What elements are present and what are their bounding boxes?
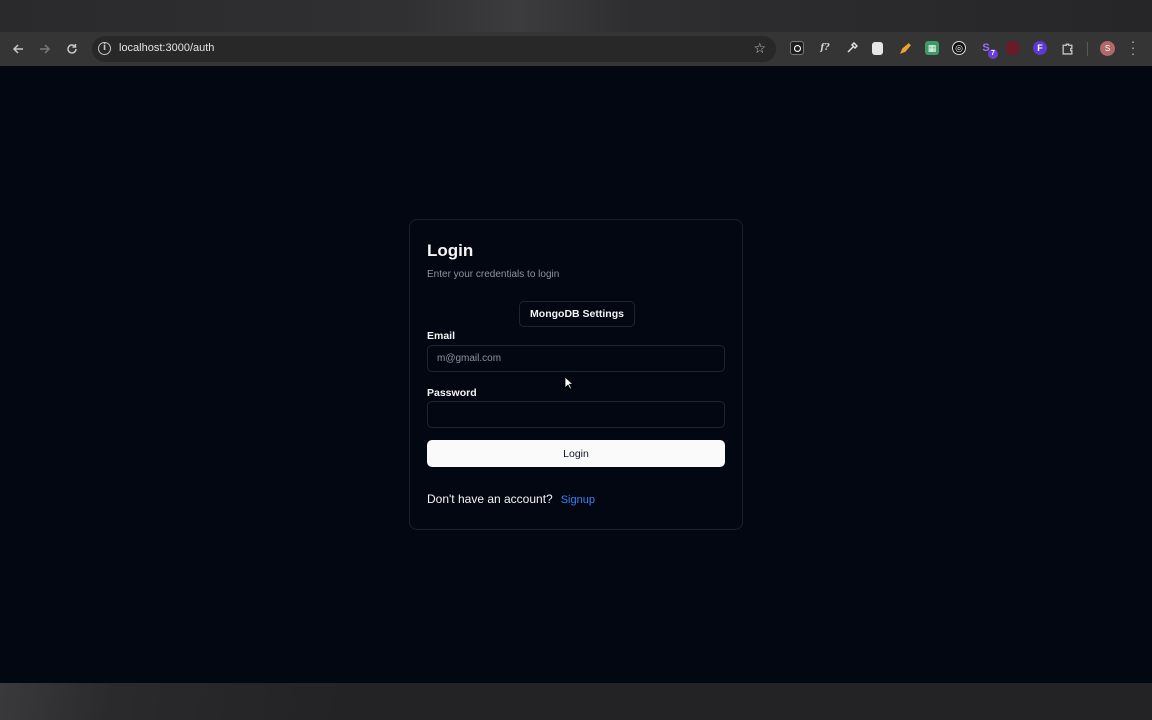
puzzle-shape bbox=[1062, 43, 1072, 55]
arrow-left-icon bbox=[12, 44, 23, 54]
pencil-icon bbox=[899, 42, 911, 54]
reload-button[interactable] bbox=[61, 38, 83, 60]
signup-link[interactable]: Signup bbox=[561, 494, 595, 506]
page-viewport: Login Enter your credentials to login Mo… bbox=[0, 66, 1152, 683]
mouse-cursor-icon bbox=[564, 376, 574, 390]
more-vert-icon[interactable]: · · · bbox=[1128, 35, 1138, 60]
profile-avatar[interactable]: S bbox=[1100, 41, 1115, 56]
eyedropper-icon bbox=[847, 42, 858, 53]
email-field[interactable] bbox=[427, 345, 725, 372]
info-icon[interactable]: i bbox=[98, 42, 111, 55]
extension-badge: 7 bbox=[988, 49, 998, 59]
card-description: Enter your credentials to login bbox=[427, 269, 560, 280]
star-icon[interactable]: ☆ bbox=[753, 40, 766, 57]
arrow-right-icon bbox=[40, 44, 51, 54]
browser-toolbar: i localhost:3000/auth ☆ f? ▦ ◎ S7 F S · ·… bbox=[0, 32, 1152, 66]
reload-icon bbox=[67, 44, 77, 54]
mongodb-settings-button[interactable]: MongoDB Settings bbox=[519, 301, 635, 327]
toolbar-divider bbox=[1087, 42, 1088, 56]
extension-f-icon[interactable]: F bbox=[1033, 41, 1047, 55]
extension-chatgpt-icon[interactable] bbox=[790, 41, 804, 55]
extension-s-icon[interactable]: S7 bbox=[979, 41, 998, 59]
puzzle-icon[interactable] bbox=[1060, 41, 1074, 55]
window-bottom-strip bbox=[0, 683, 1152, 720]
window-titlebar bbox=[0, 0, 1152, 32]
extension-eyedropper-icon[interactable] bbox=[845, 41, 859, 55]
back-button[interactable] bbox=[7, 38, 29, 60]
password-field[interactable] bbox=[427, 401, 725, 428]
extension-circle-icon[interactable]: ◎ bbox=[952, 41, 966, 55]
address-bar[interactable]: i localhost:3000/auth ☆ bbox=[92, 36, 776, 62]
forward-button[interactable] bbox=[34, 38, 56, 60]
signup-row: Don't have an account? Signup bbox=[427, 492, 595, 506]
extension-pencil-icon[interactable] bbox=[898, 41, 912, 55]
openai-logo-icon bbox=[793, 44, 801, 52]
extension-red-circle-icon[interactable] bbox=[1006, 41, 1020, 55]
login-card: Login Enter your credentials to login Mo… bbox=[409, 219, 743, 530]
password-label: Password bbox=[427, 387, 477, 399]
login-button[interactable]: Login bbox=[427, 440, 725, 467]
no-account-text: Don't have an account? bbox=[427, 492, 553, 506]
extension-formula-icon[interactable]: f? bbox=[818, 41, 832, 55]
extension-sheets-icon[interactable]: ▦ bbox=[925, 41, 939, 55]
card-title: Login bbox=[427, 241, 474, 260]
email-label: Email bbox=[427, 330, 456, 342]
extension-notes-icon[interactable] bbox=[872, 42, 883, 55]
url-text[interactable]: localhost:3000/auth bbox=[119, 42, 214, 54]
